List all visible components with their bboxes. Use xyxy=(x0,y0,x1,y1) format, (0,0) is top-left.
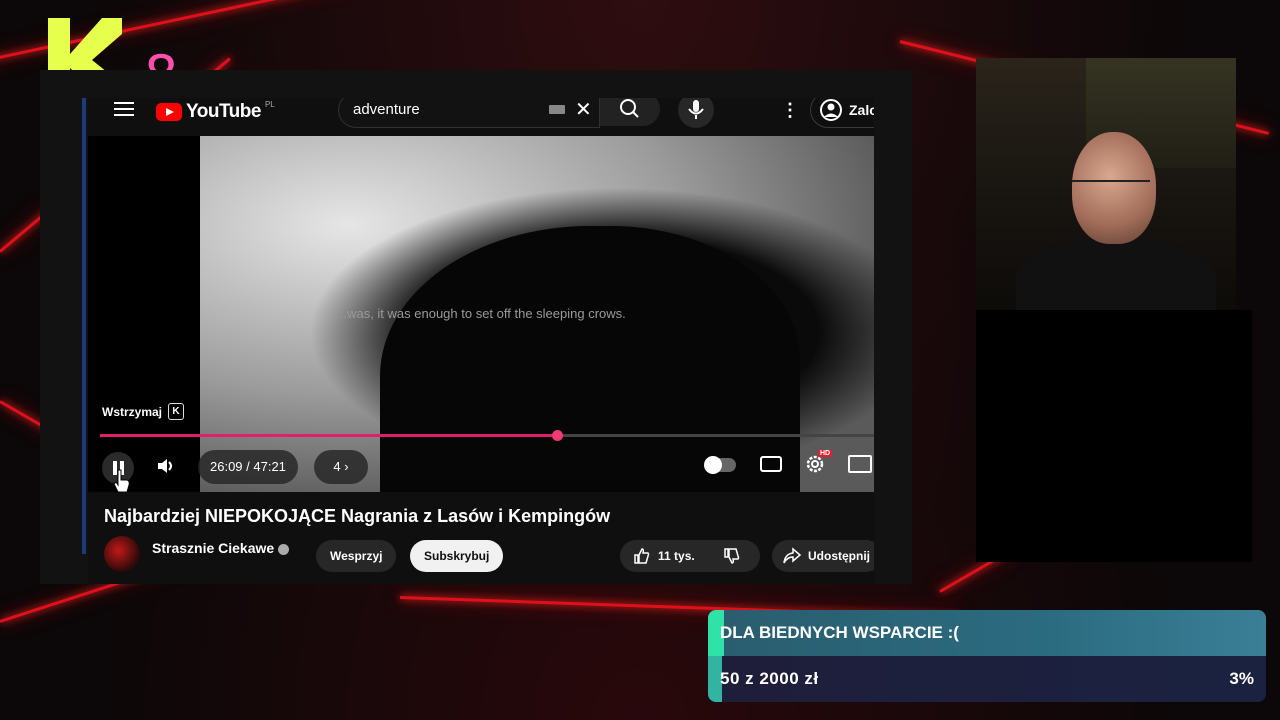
theater-mode-icon[interactable] xyxy=(848,455,872,473)
channel-name[interactable]: Strasznie Ciekawe xyxy=(152,540,290,556)
share-icon xyxy=(783,547,802,564)
search-input[interactable]: adventure ✕ xyxy=(338,98,600,128)
subtitles-icon[interactable] xyxy=(760,456,782,472)
progress-scrubber[interactable] xyxy=(551,430,563,441)
youtube-header: YouTube PL adventure ✕ ⋮ Zalo xyxy=(88,98,874,138)
donation-title: DLA BIEDNYCH WSPARCIE :( xyxy=(720,623,959,642)
webcam-person-body xyxy=(1016,238,1216,310)
microphone-icon xyxy=(688,100,704,119)
verified-icon xyxy=(278,543,290,555)
chapter-button[interactable]: 4 › xyxy=(314,450,368,484)
subscribe-button[interactable]: Subskrybuj xyxy=(410,540,504,572)
hd-badge: HD xyxy=(818,450,833,457)
video-title: Najbardziej NIEPOKOJĄCE Nagrania z Lasów… xyxy=(104,506,611,526)
player-controls: 26:09 / 47:21 4 › HD xyxy=(88,446,874,486)
video-player[interactable]: ...was, it was enough to set off the sle… xyxy=(88,136,874,492)
youtube-play-icon xyxy=(156,103,182,121)
donation-header: DLA BIEDNYCH WSPARCIE :( xyxy=(708,610,1266,656)
time-display[interactable]: 26:09 / 47:21 xyxy=(198,450,298,484)
more-options-icon[interactable]: ⋮ xyxy=(781,100,799,121)
youtube-logo[interactable]: YouTube PL xyxy=(156,99,275,123)
autoplay-toggle[interactable] xyxy=(704,456,736,474)
donation-percent: 3% xyxy=(1229,669,1254,688)
webcam-feed xyxy=(976,58,1236,310)
volume-icon[interactable] xyxy=(156,456,176,476)
like-dislike-group[interactable]: 11 tys. xyxy=(620,540,760,572)
region-code: PL xyxy=(264,99,275,109)
browser-window: YouTube PL adventure ✕ ⋮ Zalo ...was, it… xyxy=(40,70,912,584)
channel-name-text: Strasznie Ciekawe xyxy=(152,540,275,556)
youtube-page: YouTube PL adventure ✕ ⋮ Zalo ...was, it… xyxy=(88,98,874,584)
search-value: adventure xyxy=(353,101,420,118)
sign-in-label: Zalo xyxy=(849,102,874,118)
search-icon xyxy=(620,99,639,118)
window-edge xyxy=(82,98,86,554)
account-icon xyxy=(820,99,842,121)
like-count: 11 tys. xyxy=(658,549,695,563)
sign-in-button[interactable]: Zalo xyxy=(810,98,874,128)
search-button[interactable] xyxy=(600,98,660,126)
webcam-person-glasses xyxy=(1072,180,1150,194)
progress-played xyxy=(100,434,557,437)
clear-search-icon[interactable]: ✕ xyxy=(575,98,592,122)
video-subtitle: ...was, it was enough to set off the sle… xyxy=(336,306,626,321)
pause-tooltip: Wstrzymaj K xyxy=(102,403,185,420)
like-icon[interactable] xyxy=(632,546,652,566)
channel-avatar[interactable] xyxy=(104,536,140,572)
tooltip-label: Wstrzymaj xyxy=(102,404,163,419)
keyboard-icon[interactable] xyxy=(549,105,565,114)
voice-search-button[interactable] xyxy=(678,98,714,128)
donation-goal-widget: DLA BIEDNYCH WSPARCIE :( 50 z 2000 zł 3% xyxy=(708,610,1266,702)
donation-progress-labels: 50 z 2000 zł 3% xyxy=(708,656,1266,702)
hand-cursor-icon xyxy=(113,469,130,492)
donation-amount: 50 z 2000 zł xyxy=(720,669,819,688)
support-button[interactable]: Wesprzyj xyxy=(316,540,397,572)
share-button[interactable]: Udostępnij xyxy=(772,540,874,572)
dislike-icon[interactable] xyxy=(722,546,742,566)
webcam-lower-panel xyxy=(976,310,1252,562)
share-label: Udostępnij xyxy=(808,549,870,563)
youtube-wordmark: YouTube xyxy=(186,101,261,122)
progress-bar[interactable] xyxy=(100,430,874,441)
tooltip-shortcut-key: K xyxy=(168,403,185,420)
menu-icon[interactable] xyxy=(114,102,134,116)
